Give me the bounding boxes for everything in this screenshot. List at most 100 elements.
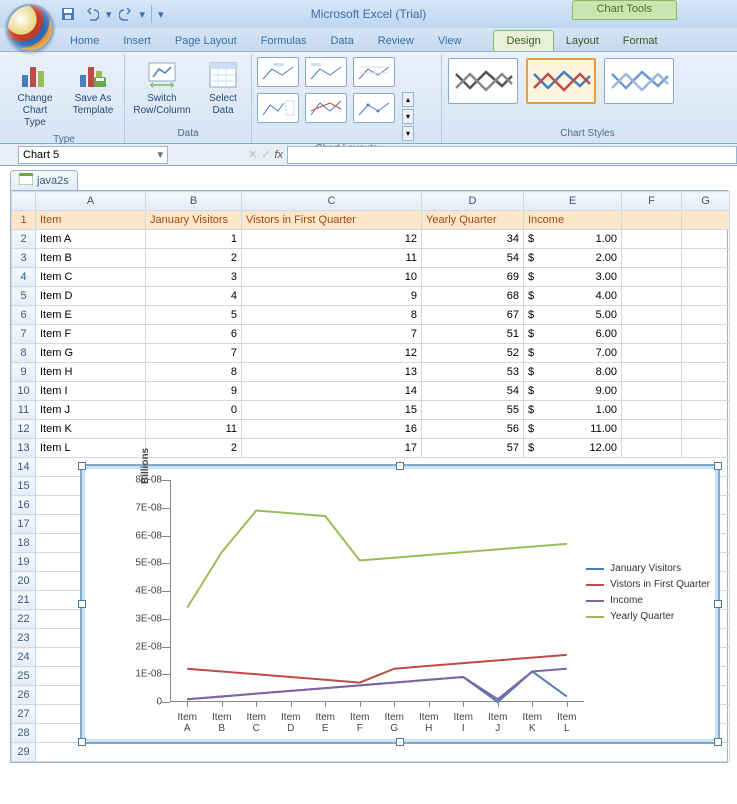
change-chart-type-button[interactable]: Change Chart Type <box>8 56 62 132</box>
cell[interactable]: Item F <box>36 325 146 344</box>
row-header[interactable]: 23 <box>12 629 36 648</box>
resize-handle[interactable] <box>714 462 722 470</box>
cell[interactable]: 51 <box>422 325 524 344</box>
chart-layout-option[interactable] <box>305 93 347 123</box>
layouts-scroll-down[interactable]: ▾ <box>402 109 414 124</box>
chart-layout-option[interactable] <box>305 57 347 87</box>
tab-home[interactable]: Home <box>58 31 111 51</box>
cell[interactable]: 2 <box>146 249 242 268</box>
cell[interactable]: 56 <box>422 420 524 439</box>
cell[interactable]: 34 <box>422 230 524 249</box>
save-as-template-button[interactable]: Save As Template <box>66 56 120 120</box>
chart-layout-option[interactable] <box>257 93 299 123</box>
cell[interactable]: 55 <box>422 401 524 420</box>
cell[interactable]: 3 <box>146 268 242 287</box>
cell[interactable]: Item H <box>36 363 146 382</box>
cell[interactable]: 14 <box>242 382 422 401</box>
tab-formulas[interactable]: Formulas <box>249 31 319 51</box>
row-header[interactable]: 26 <box>12 686 36 705</box>
cell[interactable]: Item J <box>36 401 146 420</box>
select-data-button[interactable]: Select Data <box>199 56 247 120</box>
cell[interactable]: 9 <box>146 382 242 401</box>
cell[interactable]: 11 <box>146 420 242 439</box>
fx-icon[interactable]: fx <box>274 149 283 161</box>
row-header[interactable]: 4 <box>12 268 36 287</box>
cell[interactable]: 52 <box>422 344 524 363</box>
cell[interactable]: 11 <box>242 249 422 268</box>
cell[interactable]: 68 <box>422 287 524 306</box>
dropdown-caret-icon[interactable]: ▾ <box>140 8 146 21</box>
cell[interactable]: 4 <box>146 287 242 306</box>
chart-style-option[interactable] <box>448 58 518 104</box>
cell[interactable]: 54 <box>422 382 524 401</box>
cell[interactable]: Item A <box>36 230 146 249</box>
cell[interactable]: $5.00 <box>524 306 622 325</box>
header-cell[interactable]: January Visitors <box>146 211 242 230</box>
cell[interactable]: Item G <box>36 344 146 363</box>
cell[interactable]: 8 <box>146 363 242 382</box>
cell[interactable]: 17 <box>242 439 422 458</box>
header-cell[interactable]: Income <box>524 211 622 230</box>
undo-icon[interactable] <box>82 4 102 24</box>
row-header[interactable]: 17 <box>12 515 36 534</box>
header-cell[interactable]: Item <box>36 211 146 230</box>
cell[interactable]: 10 <box>242 268 422 287</box>
cell[interactable]: 2 <box>146 439 242 458</box>
select-all-cell[interactable] <box>12 192 36 211</box>
row-header[interactable]: 9 <box>12 363 36 382</box>
column-header[interactable]: B <box>146 192 242 211</box>
cell[interactable]: 54 <box>422 249 524 268</box>
cell[interactable]: 5 <box>146 306 242 325</box>
chart-style-option-selected[interactable] <box>526 58 596 104</box>
cell[interactable]: $3.00 <box>524 268 622 287</box>
tab-layout[interactable]: Layout <box>554 31 611 51</box>
cell[interactable]: Item C <box>36 268 146 287</box>
row-header[interactable]: 8 <box>12 344 36 363</box>
tab-insert[interactable]: Insert <box>111 31 163 51</box>
cell[interactable]: $4.00 <box>524 287 622 306</box>
row-header[interactable]: 18 <box>12 534 36 553</box>
redo-icon[interactable] <box>116 4 136 24</box>
cell[interactable]: 0 <box>146 401 242 420</box>
row-header[interactable]: 21 <box>12 591 36 610</box>
cell[interactable]: $7.00 <box>524 344 622 363</box>
row-header[interactable]: 22 <box>12 610 36 629</box>
cell[interactable]: 57 <box>422 439 524 458</box>
cell[interactable]: 16 <box>242 420 422 439</box>
spreadsheet-grid[interactable]: ABCDEFG1ItemJanuary VisitorsVistors in F… <box>11 191 730 762</box>
column-header[interactable]: G <box>682 192 730 211</box>
resize-handle[interactable] <box>78 462 86 470</box>
column-header[interactable]: A <box>36 192 146 211</box>
column-header[interactable]: D <box>422 192 524 211</box>
row-header[interactable]: 16 <box>12 496 36 515</box>
cell[interactable]: $1.00 <box>524 230 622 249</box>
row-header[interactable]: 5 <box>12 287 36 306</box>
chart-layout-option[interactable] <box>353 57 395 87</box>
row-header[interactable]: 27 <box>12 705 36 724</box>
header-cell[interactable]: Yearly Quarter <box>422 211 524 230</box>
cell[interactable]: 8 <box>242 306 422 325</box>
row-header[interactable]: 20 <box>12 572 36 591</box>
cell[interactable]: Item K <box>36 420 146 439</box>
cell[interactable]: 53 <box>422 363 524 382</box>
row-header[interactable]: 14 <box>12 458 36 477</box>
cell[interactable]: Item L <box>36 439 146 458</box>
row-header[interactable]: 19 <box>12 553 36 572</box>
row-header[interactable]: 1 <box>12 211 36 230</box>
cell[interactable]: Item B <box>36 249 146 268</box>
row-header[interactable]: 25 <box>12 667 36 686</box>
tab-view[interactable]: View <box>426 31 474 51</box>
tab-page-layout[interactable]: Page Layout <box>163 31 249 51</box>
cell[interactable]: Item E <box>36 306 146 325</box>
row-header[interactable]: 6 <box>12 306 36 325</box>
customize-qat-caret-icon[interactable]: ▾ <box>158 8 164 21</box>
layouts-scroll-up[interactable]: ▴ <box>402 92 414 107</box>
cell[interactable]: $11.00 <box>524 420 622 439</box>
row-header[interactable]: 11 <box>12 401 36 420</box>
dropdown-caret-icon[interactable]: ▾ <box>106 8 112 21</box>
workbook-tab[interactable]: java2s <box>10 170 78 190</box>
cell[interactable]: $2.00 <box>524 249 622 268</box>
cell[interactable]: 7 <box>146 344 242 363</box>
cell[interactable]: 15 <box>242 401 422 420</box>
cell[interactable]: 7 <box>242 325 422 344</box>
